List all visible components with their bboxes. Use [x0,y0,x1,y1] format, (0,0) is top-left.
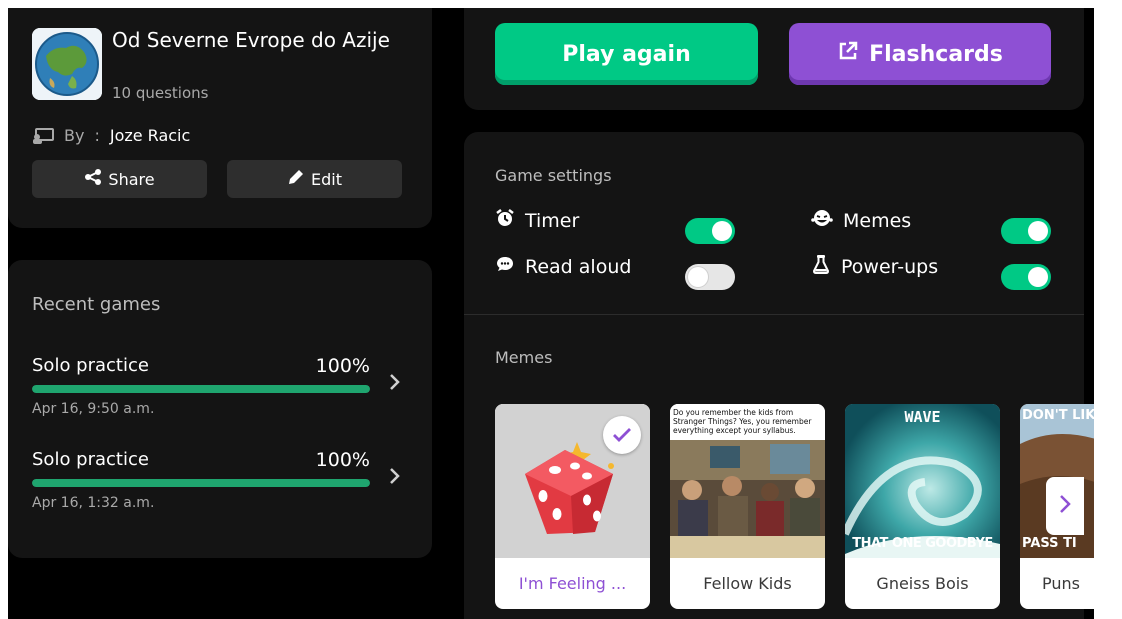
laughing-face-icon [811,208,833,233]
score-progress-bar [32,479,370,487]
setting-memes-label: Memes [843,209,912,232]
alarm-clock-icon [495,208,515,233]
score-progress-fill [32,385,370,393]
meme-card[interactable]: WAVE THAT ONE GOODBYE Gneiss Bois [845,404,1000,609]
quiz-title: Od Severne Evrope do Azije [112,28,390,52]
by-label: By [64,126,85,145]
quiz-thumbnail [32,28,102,100]
author-row: By : Joze Racic [32,126,190,145]
share-label: Share [108,169,155,189]
quiz-info-card: Od Severne Evrope do Azije 10 questions … [8,8,432,228]
meme-bottom-text: PASS TI [1022,536,1077,551]
meme-label: I'm Feeling ... [518,574,627,593]
teacher-icon [32,127,54,144]
game-date: Apr 16, 9:50 a.m. [32,401,155,417]
toggle-knob [712,221,732,241]
memes-section-title: Memes [495,348,553,367]
memes-next-button[interactable] [1046,477,1084,535]
meme-card[interactable]: I'm Feeling ... [495,404,650,609]
pencil-icon [287,168,305,190]
score-progress-bar [32,385,370,393]
game-mode: Solo practice [32,449,149,470]
chevron-right-icon[interactable] [388,467,402,489]
meme-card[interactable]: Do you remember the kids from Stranger T… [670,404,825,609]
meme-top-text: WAVE [904,408,941,426]
actions-card: Play again Flashcards [464,8,1084,110]
recent-games-card: Recent games Solo practice 100% Apr 16, … [8,260,432,558]
game-mode: Solo practice [32,355,149,376]
play-again-label: Play again [562,41,691,67]
edit-label: Edit [311,169,342,189]
setting-read-aloud: Read aloud [495,254,631,279]
meme-top-text: DON'T LIK [1022,408,1094,423]
meme-label: Fellow Kids [703,574,792,593]
meme-label: Gneiss Bois [876,574,969,593]
speech-bubble-icon [495,254,515,279]
meme-caption: Do you remember the kids from Stranger T… [673,408,812,435]
setting-timer: Timer [495,208,579,233]
meme-image-fellow-kids: Do you remember the kids from Stranger T… [670,404,825,558]
setting-power-ups: Power-ups [811,254,938,279]
power-ups-toggle[interactable] [1001,264,1051,290]
external-link-icon [837,40,859,68]
score-progress-fill [32,479,370,487]
meme-label: Puns [1042,574,1080,593]
by-separator: : [94,126,100,145]
game-settings-title: Game settings [495,166,612,185]
setting-power-ups-label: Power-ups [841,255,939,278]
meme-image-dice [495,404,650,558]
app-window: Od Severne Evrope do Azije 10 questions … [8,8,1094,619]
meme-bottom-text: THAT ONE GOODBYE [852,536,993,551]
timer-toggle[interactable] [685,218,735,244]
share-icon [84,168,102,190]
edit-button[interactable]: Edit [227,160,402,198]
author-name[interactable]: Joze Racic [110,126,190,145]
memes-toggle[interactable] [1001,218,1051,244]
game-date: Apr 16, 1:32 a.m. [32,495,155,511]
recent-game-row[interactable]: Solo practice 100% Apr 16, 9:50 a.m. [8,355,432,435]
play-again-button[interactable]: Play again [495,23,758,85]
toggle-knob [1028,267,1048,287]
share-button[interactable]: Share [32,160,207,198]
read-aloud-toggle[interactable] [685,264,735,290]
game-settings-card: Game settings Timer Memes Read aloud Pow… [464,132,1094,619]
game-score: 100% [315,355,370,377]
toggle-knob [688,267,708,287]
divider [464,314,1084,315]
meme-image-wave: WAVE THAT ONE GOODBYE [845,404,1000,558]
setting-timer-label: Timer [525,209,580,232]
setting-read-aloud-label: Read aloud [525,255,632,278]
chevron-right-icon [1058,493,1072,519]
setting-memes: Memes [811,208,911,233]
chevron-right-icon[interactable] [388,373,402,395]
question-count: 10 questions [112,84,209,102]
selected-check-icon [603,416,641,454]
recent-games-title: Recent games [32,294,161,315]
toggle-knob [1028,221,1048,241]
flask-icon [811,254,831,279]
flashcards-label: Flashcards [869,41,1003,67]
game-score: 100% [315,449,370,471]
flashcards-button[interactable]: Flashcards [789,23,1051,85]
recent-game-row[interactable]: Solo practice 100% Apr 16, 1:32 a.m. [8,449,432,529]
